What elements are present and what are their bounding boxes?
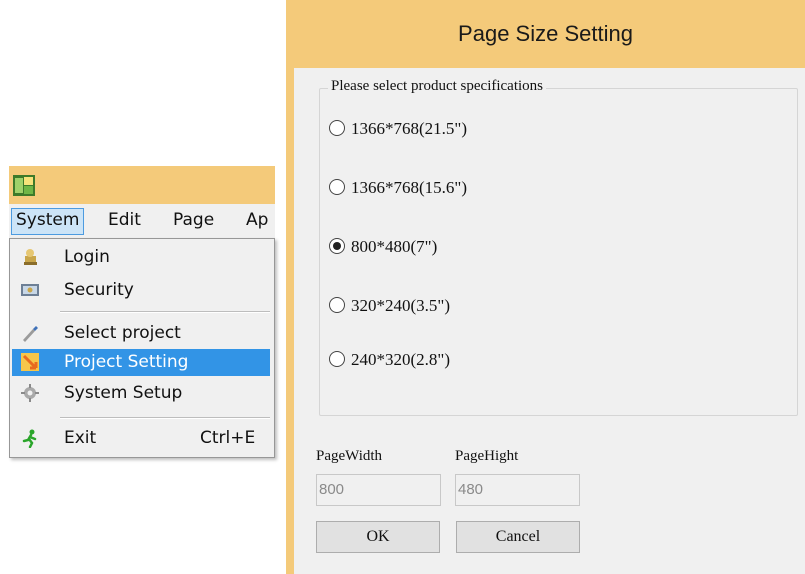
menu-item-system-setup[interactable]: System Setup [12,380,270,407]
menu-item-exit[interactable]: Exit Ctrl+E [12,425,270,452]
radio-label: 1366*768(15.6") [351,178,468,197]
radio-button[interactable] [329,120,345,136]
menu-page[interactable]: Page [169,208,218,233]
radio-label: 320*240(3.5") [351,296,451,315]
menu-item-label: System Setup [64,383,183,403]
radio-selected-dot [333,242,341,250]
menu-item-label: Security [64,280,134,300]
security-icon [21,284,39,296]
menubar: System Edit Page Ap [9,204,275,239]
page-width-label: PageWidth [316,448,383,464]
menu-item-label: Login [64,247,110,267]
groupbox-label: Please select product specifications [328,78,547,95]
login-icon [24,249,37,265]
radio-label: 1366*768(21.5") [351,119,468,138]
page-height-field[interactable]: 480 [455,474,580,506]
radio-button[interactable] [329,179,345,195]
menu-system[interactable]: System [11,208,85,235]
page-size-setting-dialog: Page Size Setting Please select product … [286,0,805,574]
system-menu-dropdown: Login Security Select project Project Se… [9,238,275,458]
radio-label: 240*320(2.8") [351,350,451,369]
menu-item-label: Exit [64,428,97,448]
radio-button-checked[interactable] [329,238,345,254]
menu-item-login[interactable]: Login [12,244,270,271]
dialog-title: Page Size Setting [458,21,633,46]
page-height-label: PageHight [455,448,519,464]
select-project-icon [23,326,38,342]
menu-separator [60,311,270,313]
ok-button[interactable]: OK [316,521,440,553]
radio-button[interactable] [329,351,345,367]
menu-item-select-project[interactable]: Select project [12,320,270,347]
exit-icon [22,429,37,448]
page-width-field[interactable]: 800 [316,474,441,506]
radio-label: 800*480(7") [351,237,438,256]
menu-item-project-setting[interactable]: Project Setting [12,349,270,376]
menu-separator [60,417,270,419]
menu-item-label: Project Setting [64,352,189,372]
radio-button[interactable] [329,297,345,313]
menu-item-security[interactable]: Security [12,277,270,304]
project-setting-icon [21,353,39,371]
cancel-button[interactable]: Cancel [456,521,580,553]
app-logo-icon [13,175,35,196]
menu-item-label: Select project [64,323,181,343]
menu-edit[interactable]: Edit [104,208,145,233]
system-setup-icon [21,384,39,402]
menu-ap[interactable]: Ap [242,208,272,233]
dialog-body: Please select product specifications 136… [294,68,805,574]
app-title-bar [9,166,275,204]
menu-item-shortcut: Ctrl+E [200,428,256,448]
